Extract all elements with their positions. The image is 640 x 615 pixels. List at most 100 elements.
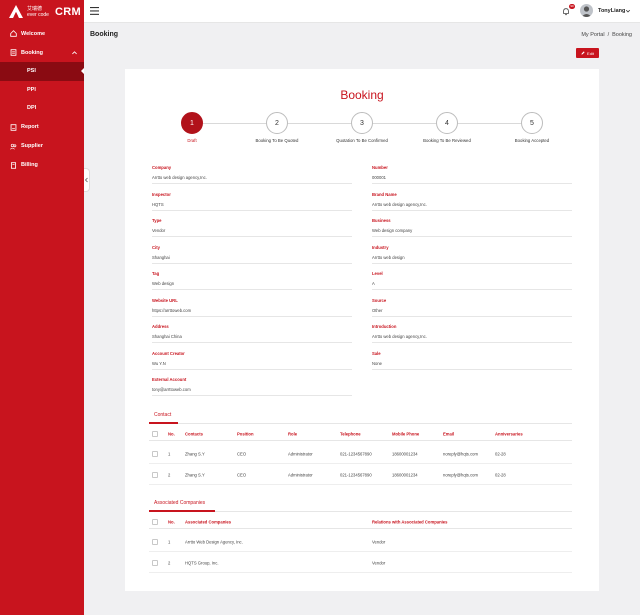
row-checkbox[interactable] xyxy=(152,559,158,566)
app-name: CRM xyxy=(54,6,81,18)
step-draft: 1 Draft xyxy=(147,112,237,143)
field-value: Vendor xyxy=(152,228,166,233)
avatar[interactable] xyxy=(580,4,593,17)
cell-telephone: 021-1234567890 xyxy=(340,472,372,477)
breadcrumb-current: Booking xyxy=(612,32,632,38)
chevron-left-icon xyxy=(84,177,88,183)
field-divider xyxy=(152,183,352,184)
contact-table-header: No. Contacts Position Role Telephone Mob… xyxy=(149,427,572,441)
sidebar-item-booking[interactable]: Booking xyxy=(0,43,84,62)
sidebar-item-label: Welcome xyxy=(21,30,46,37)
username[interactable]: TonyLiang xyxy=(598,8,625,14)
cell-position: CEO xyxy=(237,451,247,456)
sidebar-item-psi[interactable]: PSI xyxy=(0,62,84,81)
sidebar-item-ppi[interactable]: PPI xyxy=(0,81,84,100)
field-label: Industry xyxy=(372,244,389,250)
cell-mobile: 18600001234 xyxy=(392,451,418,456)
table-row[interactable]: 2 HQTS Group, Inc. Vendor xyxy=(149,553,572,573)
sidebar: 艾瑞德 ever code CRM Welcome Booking PSI PP… xyxy=(0,0,84,615)
field-external-account: External Account tony@arrttoweb.com xyxy=(152,377,352,401)
breadcrumb-separator: / xyxy=(607,32,610,38)
sidebar-item-welcome[interactable]: Welcome xyxy=(0,24,84,43)
step-quotation-to-be-confirmed: 3 Quotation To Be Confirmed xyxy=(317,112,407,143)
field-value: Arrtto web design agency,Inc. xyxy=(372,334,427,339)
field-label: Introduction xyxy=(372,324,397,329)
breadcrumb-my-portal[interactable]: My Portal xyxy=(581,32,604,38)
step-booking-to-be-reviewed: 4 Booking To Be Reviewed xyxy=(402,112,492,143)
cell-no: 2 xyxy=(168,472,171,477)
sidebar-item-label: Supplier xyxy=(21,143,44,149)
field-divider xyxy=(372,236,572,237)
active-caret-icon xyxy=(81,68,84,74)
field-divider xyxy=(372,315,572,317)
table-row[interactable]: 1 Arrtto Web Design Agency, Inc. Vendor xyxy=(149,532,572,552)
tab-associated-companies[interactable]: Associated Companies xyxy=(154,500,205,506)
cell-relation: Vendor xyxy=(372,560,386,565)
edit-button-label: Edit xyxy=(587,50,594,56)
table-row[interactable]: 2 Zhang S.Y CEO Administrator 021-123456… xyxy=(149,465,572,485)
field-sale: Sale None xyxy=(372,351,572,375)
field-value: Shanghai xyxy=(152,254,170,260)
step-number: 1 xyxy=(181,112,203,134)
field-value: Arrtto web design xyxy=(372,254,405,260)
row-checkbox[interactable] xyxy=(152,471,158,478)
field-city: City Shanghai xyxy=(152,245,352,269)
associated-table-header: No. Associated Companies Relations with … xyxy=(149,515,572,529)
pencil-icon xyxy=(581,51,585,55)
hamburger-menu-icon[interactable] xyxy=(90,7,99,15)
select-all-checkbox[interactable] xyxy=(152,518,158,525)
col-no: No. xyxy=(168,519,175,524)
field-value: None xyxy=(372,360,383,366)
field-website-url: Website URL https://arrttoweb.com xyxy=(152,298,352,322)
step-number: 3 xyxy=(351,112,373,134)
field-divider xyxy=(152,289,352,290)
cell-no: 1 xyxy=(168,451,171,456)
col-contacts: Contacts xyxy=(185,431,203,436)
step-booking-to-be-quoted: 2 Booking To Be Quoted xyxy=(232,112,322,143)
col-anniversaries: Anniversaries xyxy=(495,431,523,436)
sidebar-item-report[interactable]: Report xyxy=(0,118,84,137)
field-label: Inspector xyxy=(152,191,171,197)
tab-contact[interactable]: Contact xyxy=(154,412,171,418)
row-checkbox[interactable] xyxy=(152,538,158,545)
field-value: Arrtto web design agency,Inc. xyxy=(372,201,427,207)
field-divider xyxy=(372,342,572,343)
field-business: Business Web design company xyxy=(372,218,572,242)
field-divider xyxy=(372,289,572,290)
field-divider xyxy=(372,368,572,370)
col-telephone: Telephone xyxy=(340,431,361,436)
field-label: Source xyxy=(372,297,387,303)
field-value: Other xyxy=(372,307,383,313)
sidebar-item-dpi[interactable]: DPI xyxy=(0,99,84,118)
chevron-down-icon[interactable] xyxy=(625,8,631,14)
booking-icon xyxy=(10,49,17,56)
cell-telephone: 021-1234567890 xyxy=(340,451,372,456)
field-value: A xyxy=(372,281,375,286)
cell-relation: Vendor xyxy=(372,539,386,544)
field-value: Wu Y.N xyxy=(152,360,166,366)
field-label: Business xyxy=(372,218,391,223)
field-label: Account Creator xyxy=(152,350,185,356)
user-avatar-icon xyxy=(581,6,592,17)
sidebar-item-supplier[interactable]: Supplier xyxy=(0,137,84,156)
field-value: 000001 xyxy=(372,175,386,180)
report-icon xyxy=(10,123,17,131)
table-row[interactable]: 1 Zhang S.Y CEO Administrator 021-123456… xyxy=(149,444,572,464)
cell-role: Administrator xyxy=(288,451,313,456)
step-number: 2 xyxy=(266,112,288,134)
field-inspector: Inspector HQTS xyxy=(152,192,352,216)
sidebar-item-billing[interactable]: Billing xyxy=(0,156,84,175)
edit-button[interactable]: Edit xyxy=(576,48,599,58)
cell-contact: Zhang S.Y xyxy=(185,451,205,456)
field-divider xyxy=(372,262,572,264)
cell-role: Administrator xyxy=(288,472,313,477)
sidebar-collapse-handle[interactable] xyxy=(84,168,90,192)
field-value: Web design company xyxy=(372,228,413,233)
step-label: Booking To Be Reviewed xyxy=(423,138,471,143)
row-checkbox[interactable] xyxy=(152,450,158,457)
field-divider xyxy=(152,236,352,237)
logo[interactable]: 艾瑞德 ever code CRM xyxy=(0,0,84,24)
field-brand-name: Brand Name Arrtto web design agency,Inc. xyxy=(372,192,572,216)
notification-bell-icon[interactable] xyxy=(562,7,570,16)
select-all-checkbox[interactable] xyxy=(152,430,158,437)
